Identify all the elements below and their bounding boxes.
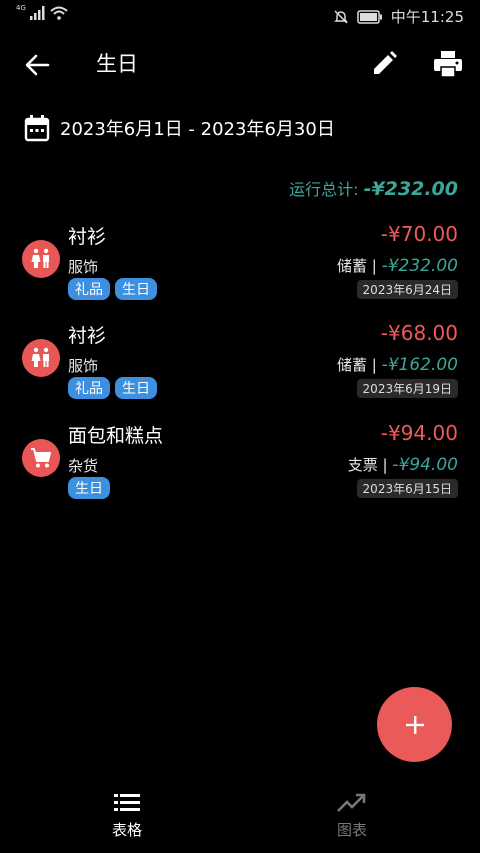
running-total-label: 运行总计: — [289, 180, 359, 199]
transaction-row[interactable]: 衬衫 服饰 礼品 生日 -¥68.00 储蓄 | -¥162.00 2023年6… — [0, 321, 480, 411]
balance-value: -¥162.00 — [381, 355, 458, 375]
date-range-selector[interactable]: 2023年6月1日 - 2023年6月30日 — [24, 114, 335, 142]
back-arrow-icon[interactable] — [22, 50, 52, 80]
running-total: 运行总计: -¥232.00 — [289, 176, 458, 200]
category-icon-circle — [22, 439, 60, 477]
tag-badge: 礼品 — [68, 278, 110, 300]
account-balance: 储蓄 | -¥232.00 — [337, 255, 458, 276]
account-balance: 支票 | -¥94.00 — [348, 454, 458, 475]
toolbar: 生日 — [0, 40, 480, 88]
balance-value: -¥232.00 — [381, 256, 458, 276]
page-title: 生日 — [96, 52, 138, 76]
date-range-text: 2023年6月1日 - 2023年6月30日 — [60, 119, 335, 140]
cart-icon — [31, 448, 51, 468]
plus-icon — [405, 715, 424, 734]
account-name: 储蓄 | — [336, 257, 377, 275]
tag-list: 礼品 生日 — [68, 278, 157, 300]
wifi-icon — [50, 6, 68, 20]
transaction-category: 服饰 — [68, 258, 99, 276]
tag-badge: 生日 — [115, 377, 157, 399]
running-total-value: -¥232.00 — [363, 178, 458, 200]
transaction-row[interactable]: 面包和糕点 杂货 生日 -¥94.00 支票 | -¥94.00 2023年6月… — [0, 421, 480, 511]
tab-chart[interactable]: 图表 — [292, 793, 412, 840]
transaction-date: 2023年6月15日 — [356, 479, 458, 498]
calendar-icon — [24, 115, 50, 142]
transaction-amount: -¥70.00 — [380, 222, 458, 246]
account-name: 储蓄 | — [336, 356, 377, 374]
transaction-date: 2023年6月24日 — [356, 280, 458, 299]
print-icon[interactable] — [433, 50, 463, 78]
tag-badge: 礼品 — [68, 377, 110, 399]
tab-table[interactable]: 表格 — [67, 793, 187, 840]
transaction-amount: -¥94.00 — [380, 421, 458, 445]
tag-list: 礼品 生日 — [68, 377, 157, 399]
transaction-amount: -¥68.00 — [380, 321, 458, 345]
restroom-icon — [31, 248, 49, 268]
status-left: 4G — [16, 4, 68, 20]
restroom-icon — [31, 347, 49, 367]
transaction-category: 服饰 — [68, 357, 99, 375]
tab-chart-label: 图表 — [336, 821, 367, 839]
balance-value: -¥94.00 — [392, 455, 458, 475]
clock: 中午11:25 — [390, 8, 464, 26]
tag-list: 生日 — [68, 477, 110, 499]
transaction-category: 杂货 — [68, 457, 99, 475]
status-right: 中午11:25 — [333, 6, 464, 27]
category-icon-circle — [22, 339, 60, 377]
battery-icon — [357, 9, 382, 24]
transaction-name: 衬衫 — [68, 325, 107, 347]
mute-bell-icon — [333, 9, 348, 24]
transaction-date: 2023年6月19日 — [356, 379, 458, 398]
transaction-row[interactable]: 衬衫 服饰 礼品 生日 -¥70.00 储蓄 | -¥232.00 2023年6… — [0, 222, 480, 312]
tag-badge: 生日 — [115, 278, 157, 300]
trending-up-icon — [337, 793, 366, 812]
account-balance: 储蓄 | -¥162.00 — [337, 354, 458, 375]
category-icon-circle — [22, 240, 60, 278]
tab-table-label: 表格 — [111, 821, 142, 839]
edit-pencil-icon[interactable] — [370, 50, 398, 78]
signal-icon — [29, 6, 45, 20]
status-bar: 4G 中午11:25 — [0, 0, 480, 32]
transaction-name: 衬衫 — [68, 226, 107, 248]
list-icon — [114, 794, 140, 811]
network-type: 4G — [16, 4, 26, 12]
bottom-navigation: 表格 图表 — [0, 785, 480, 853]
account-name: 支票 | — [347, 456, 388, 474]
tag-badge: 生日 — [68, 477, 110, 499]
transaction-name: 面包和糕点 — [68, 425, 164, 447]
add-transaction-button[interactable] — [377, 687, 452, 762]
